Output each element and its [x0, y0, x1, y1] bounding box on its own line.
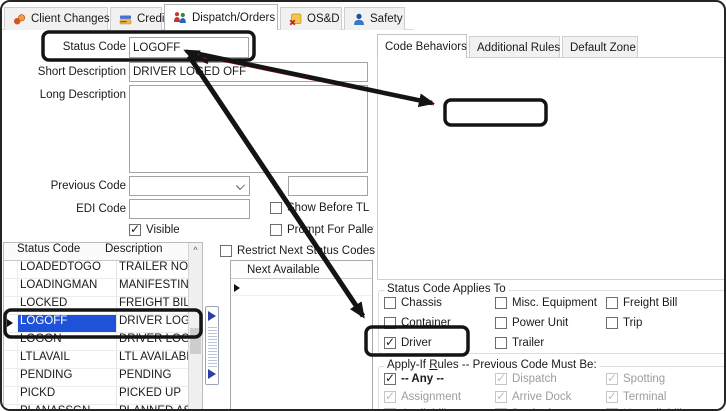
main-tab-strip: Client Changes Credit Dispatch/Orders: [2, 2, 422, 30]
grid-row[interactable]: LOGONDRIVER LOGE: [4, 333, 190, 351]
tab-credit[interactable]: Credit: [110, 7, 162, 30]
applies-to-title: Status Code Applies To: [384, 283, 509, 295]
grid-row[interactable]: LOCKEDFREIGHT BILL: [4, 297, 190, 315]
trip-checkbox[interactable]: Trip: [606, 316, 642, 330]
grid-row[interactable]: PENDINGPENDING: [4, 369, 190, 387]
current-row-marker-icon: [7, 319, 13, 327]
safety-icon: [353, 13, 365, 26]
trailer-checkbox[interactable]: Trailer: [495, 336, 544, 350]
short-description-label: Short Description: [2, 66, 126, 78]
app-window: Client Changes Credit Dispatch/Orders: [0, 0, 726, 411]
tab-safety[interactable]: Safety: [344, 7, 405, 30]
grid-row[interactable]: LOADEDTOGOTRAILER NOW: [4, 261, 190, 279]
tab-label: Client Changes: [31, 13, 110, 25]
grid-row[interactable]: LTLAVAILLTL AVAILABLE: [4, 351, 190, 369]
grid-header-status-code[interactable]: Status Code: [4, 243, 103, 260]
status-code-input[interactable]: LOGOFF: [129, 37, 249, 58]
visible-label: Visible: [146, 224, 180, 236]
freight-bill-checkbox[interactable]: Freight Bill: [606, 296, 677, 310]
spotting-prev-checkbox[interactable]: Spotting: [606, 372, 665, 386]
dispatch-prev-checkbox[interactable]: Dispatch: [495, 372, 557, 386]
scrollbar-thumb[interactable]: [190, 328, 201, 354]
terminal-prev-checkbox[interactable]: Terminal: [606, 390, 666, 404]
tab-default-zone[interactable]: Default Zone: [562, 36, 638, 58]
restrict-next-label: Restrict Next Status Codes: [237, 245, 375, 257]
short-description-value: DRIVER LOGED OFF: [133, 66, 246, 78]
previous-code-combobox[interactable]: [129, 176, 250, 196]
assignment-prev-checkbox[interactable]: Assignment: [384, 390, 461, 404]
status-code-label: Status Code: [2, 41, 126, 53]
edi-code-input[interactable]: [129, 199, 250, 219]
grid-header-description[interactable]: Description: [103, 243, 190, 260]
dispatch-orders-icon: [173, 11, 187, 24]
misc-equipment-checkbox[interactable]: Misc. Equipment: [495, 296, 597, 310]
long-description-label: Long Description: [2, 89, 126, 101]
tab-client-changes[interactable]: Client Changes: [4, 7, 108, 30]
chevron-down-icon[interactable]: [236, 181, 245, 190]
show-before-tl-label: Show Before TL: [287, 202, 369, 214]
restrict-next-checkbox[interactable]: Restrict Next Status Codes: [220, 244, 375, 258]
grid-row-selected[interactable]: LOGOFF DRIVER LOGE: [4, 315, 190, 333]
grid-scrollbar[interactable]: ^: [188, 243, 202, 411]
client-changes-icon: [13, 13, 26, 26]
scroll-up-icon[interactable]: ^: [189, 245, 202, 255]
long-description-input[interactable]: [129, 85, 368, 173]
code-behaviors-page: [377, 57, 726, 280]
status-code-grid[interactable]: Status Code Description LOADEDTOGOTRAILE…: [3, 242, 203, 411]
tab-code-behaviors[interactable]: Code Behaviors: [377, 34, 467, 58]
apply-if-title: Apply-If Rules -- Previous Code Must Be:: [384, 359, 600, 371]
tab-label: Additional Rules: [477, 42, 560, 54]
container-checkbox[interactable]: Container: [384, 316, 451, 330]
current-row-marker-icon: [234, 284, 240, 292]
checkbox-box[interactable]: [270, 202, 282, 214]
grid-row[interactable]: PICKDPICKED UP: [4, 387, 190, 405]
status-code-value: LOGOFF: [133, 42, 180, 54]
grid-row[interactable]: PLANASSGNPLANNED ASS: [4, 405, 190, 411]
visible-checkbox[interactable]: Visible: [129, 223, 180, 237]
any-checkbox[interactable]: -- Any --: [384, 372, 444, 386]
checkbox-box[interactable]: [129, 224, 141, 236]
next-available-grid[interactable]: Next Available: [230, 260, 373, 411]
grid-row[interactable]: LOADINGMANMANIFESTING: [4, 279, 190, 297]
checkbox-box[interactable]: [220, 245, 232, 257]
prompt-pallet-label: Prompt For Pallet Tra: [287, 224, 374, 236]
unavailability-prev-checkbox[interactable]: Unavailability: [606, 407, 691, 411]
record-scrollbar[interactable]: [205, 306, 219, 385]
tab-additional-rules[interactable]: Additional Rules: [469, 36, 560, 58]
credit-icon: [119, 13, 132, 26]
arrive-dock-prev-checkbox[interactable]: Arrive Dock: [495, 390, 571, 404]
tab-osd[interactable]: OS&D: [280, 7, 342, 30]
checkbox-box[interactable]: [270, 224, 282, 236]
next-available-row[interactable]: [231, 279, 372, 296]
chassis-checkbox[interactable]: Chassis: [384, 296, 442, 310]
docked-prev-checkbox[interactable]: Docked: [495, 407, 551, 411]
availability-prev-checkbox[interactable]: Availability: [384, 407, 455, 411]
osd-icon: [289, 13, 302, 26]
scrollbar-track[interactable]: [208, 325, 217, 367]
tab-label: Default Zone: [570, 42, 636, 54]
next-available-header[interactable]: Next Available: [231, 261, 372, 279]
scroll-arrow-icon[interactable]: [208, 311, 216, 321]
edi-code-label: EDI Code: [2, 203, 126, 215]
tab-label: OS&D: [307, 13, 340, 25]
previous-code-label: Previous Code: [2, 180, 126, 192]
tab-label: Dispatch/Orders: [192, 12, 275, 24]
show-before-tl-checkbox[interactable]: Show Before TL: [270, 201, 369, 215]
driver-checkbox[interactable]: Driver: [384, 336, 432, 350]
prompt-pallet-checkbox[interactable]: Prompt For Pallet Tra: [270, 223, 374, 237]
previous-code-aux-input[interactable]: [288, 176, 368, 196]
power-unit-checkbox[interactable]: Power Unit: [495, 316, 568, 330]
tab-label: Code Behaviors: [385, 41, 467, 53]
short-description-input[interactable]: DRIVER LOGED OFF: [129, 62, 368, 82]
tab-dispatch-orders[interactable]: Dispatch/Orders: [164, 4, 278, 30]
tab-label: Safety: [370, 13, 403, 25]
grid-header: Status Code Description: [4, 243, 190, 261]
scroll-arrow-icon[interactable]: [208, 369, 216, 379]
